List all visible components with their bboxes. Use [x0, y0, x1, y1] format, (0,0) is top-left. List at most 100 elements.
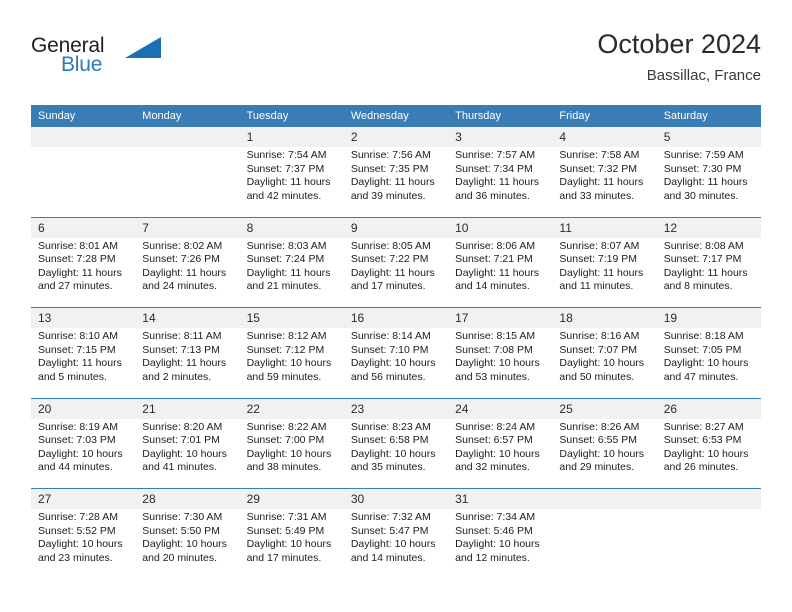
day-number[interactable]: 30 [343, 488, 449, 509]
daylight-text-line1: Daylight: 10 hours [350, 447, 436, 460]
day-details: Sunrise: 8:12 AM Sunset: 7:12 PM Dayligh… [239, 328, 344, 398]
sunset-text: Sunset: 7:12 PM [246, 343, 325, 356]
sunset-text: Sunset: 5:46 PM [455, 524, 533, 537]
day-number[interactable]: 15 [239, 307, 344, 328]
day-number[interactable]: 6 [31, 216, 136, 238]
day-number[interactable]: 18 [552, 307, 657, 328]
general-blue-logo[interactable]: General Blue [31, 34, 221, 86]
day-number[interactable]: 31 [448, 488, 553, 509]
day-details: Sunrise: 7:28 AM Sunset: 5:52 PM Dayligh… [31, 509, 136, 579]
week-1-details: Sunrise: 7:54 AM Sunset: 7:37 PM Dayligh… [31, 147, 761, 217]
sunrise-text: Sunrise: 8:02 AM [142, 239, 223, 252]
day-details-empty [552, 509, 657, 579]
day-number[interactable]: 27 [31, 488, 136, 509]
daylight-text-line1: Daylight: 10 hours [142, 447, 227, 460]
sunrise-text: Sunrise: 7:59 AM [663, 149, 744, 161]
day-cell-empty [656, 488, 761, 509]
day-number[interactable]: 16 [343, 307, 449, 328]
day-number[interactable]: 2 [343, 127, 449, 147]
day-number[interactable]: 28 [135, 488, 240, 509]
weekday-header-wednesday: Wednesday [343, 105, 449, 127]
day-number[interactable]: 7 [135, 216, 240, 238]
daylight-text-line2: and 38 minutes. [246, 461, 322, 474]
day-details: Sunrise: 8:06 AM Sunset: 7:21 PM Dayligh… [448, 237, 553, 308]
daylight-text-line2: and 56 minutes. [350, 370, 426, 383]
calendar-week-row: 27 28 29 30 31 Sunrise: 7:28 AM Sunset: … [31, 488, 761, 579]
daylight-text-line2: and 12 minutes. [455, 551, 530, 564]
sunrise-text: Sunrise: 8:18 AM [663, 330, 744, 342]
daylight-text-line2: and 39 minutes. [350, 189, 426, 202]
daylight-text-line1: Daylight: 11 hours [246, 176, 331, 189]
day-number[interactable]: 21 [135, 397, 240, 419]
sunrise-text: Sunrise: 8:27 AM [663, 420, 744, 433]
sunset-text: Sunset: 7:21 PM [455, 253, 533, 266]
weekday-header-thursday: Thursday [448, 105, 553, 127]
sunset-text: Sunset: 5:49 PM [246, 524, 325, 537]
sunset-text: Sunset: 7:10 PM [350, 343, 429, 356]
day-number[interactable]: 26 [656, 397, 761, 419]
day-number[interactable]: 9 [343, 216, 449, 238]
sunrise-text: Sunrise: 8:10 AM [38, 330, 118, 342]
day-details: Sunrise: 8:19 AM Sunset: 7:03 PM Dayligh… [31, 418, 136, 489]
day-number[interactable]: 12 [656, 216, 761, 238]
day-number[interactable]: 14 [135, 307, 240, 328]
day-number[interactable]: 22 [239, 397, 344, 419]
daylight-text-line1: Daylight: 10 hours [350, 538, 436, 551]
day-number[interactable]: 24 [448, 397, 553, 419]
day-details: Sunrise: 8:01 AM Sunset: 7:28 PM Dayligh… [31, 237, 136, 308]
day-number[interactable]: 20 [31, 397, 136, 419]
daylight-text-line1: Daylight: 10 hours [455, 357, 540, 370]
week-2-daynumbers: 6 7 8 9 10 11 12 [31, 216, 761, 238]
weekday-header-tuesday: Tuesday [239, 105, 344, 127]
sunset-text: Sunset: 5:50 PM [142, 524, 220, 537]
daylight-text-line1: Daylight: 11 hours [142, 266, 227, 279]
sunset-text: Sunset: 7:30 PM [663, 162, 742, 175]
day-number[interactable]: 19 [656, 307, 761, 328]
day-number[interactable]: 25 [552, 397, 657, 419]
day-number[interactable]: 13 [31, 307, 136, 328]
calendar-week-row: 13 14 15 16 17 18 19 Sunrise: 8:10 AM Su… [31, 307, 761, 398]
daylight-text-line2: and 27 minutes. [38, 280, 113, 293]
sunset-text: Sunset: 7:19 PM [559, 253, 638, 266]
daylight-text-line1: Daylight: 10 hours [559, 447, 645, 460]
day-details: Sunrise: 8:16 AM Sunset: 7:07 PM Dayligh… [552, 328, 657, 398]
day-number[interactable]: 17 [448, 307, 553, 328]
day-number[interactable]: 3 [448, 127, 553, 147]
sunrise-text: Sunrise: 7:34 AM [455, 511, 536, 523]
daylight-text-line2: and 14 minutes. [350, 551, 426, 564]
day-cell-empty [135, 127, 240, 147]
day-number[interactable]: 1 [239, 127, 344, 147]
daylight-text-line1: Daylight: 10 hours [350, 357, 436, 370]
week-4-details: Sunrise: 8:19 AM Sunset: 7:03 PM Dayligh… [31, 418, 761, 489]
sunrise-text: Sunrise: 7:58 AM [559, 149, 640, 161]
sunrise-text: Sunrise: 8:23 AM [350, 420, 431, 433]
day-number[interactable]: 11 [552, 216, 657, 238]
sunset-text: Sunset: 7:07 PM [559, 343, 638, 356]
week-2-details: Sunrise: 8:01 AM Sunset: 7:28 PM Dayligh… [31, 237, 761, 308]
daylight-text-line1: Daylight: 10 hours [663, 447, 749, 460]
daylight-text-line2: and 35 minutes. [350, 461, 426, 474]
sunrise-text: Sunrise: 7:56 AM [350, 149, 431, 161]
sunrise-sunset-calendar-table: Sunday Monday Tuesday Wednesday Thursday… [31, 105, 761, 579]
day-details: Sunrise: 8:11 AM Sunset: 7:13 PM Dayligh… [135, 328, 240, 398]
day-number[interactable]: 4 [552, 127, 657, 147]
daylight-text-line2: and 11 minutes. [559, 280, 634, 293]
daylight-text-line2: and 30 minutes. [663, 189, 739, 202]
daylight-text-line1: Daylight: 10 hours [246, 447, 332, 460]
daylight-text-line2: and 59 minutes. [246, 370, 322, 383]
day-cell-empty [31, 127, 136, 147]
day-number[interactable]: 8 [239, 216, 344, 238]
daylight-text-line1: Daylight: 11 hours [350, 176, 435, 189]
sunrise-text: Sunrise: 7:28 AM [38, 511, 118, 523]
daylight-text-line2: and 32 minutes. [455, 461, 530, 474]
day-number[interactable]: 5 [656, 127, 761, 147]
blue-triangle-icon [125, 37, 161, 58]
daylight-text-line1: Daylight: 10 hours [663, 357, 749, 370]
daylight-text-line2: and 20 minutes. [142, 551, 217, 564]
week-3-daynumbers: 13 14 15 16 17 18 19 [31, 307, 761, 328]
daylight-text-line1: Daylight: 10 hours [142, 538, 227, 551]
day-number[interactable]: 10 [448, 216, 553, 238]
day-number[interactable]: 29 [239, 488, 344, 509]
daylight-text-line1: Daylight: 10 hours [455, 538, 540, 551]
day-number[interactable]: 23 [343, 397, 449, 419]
